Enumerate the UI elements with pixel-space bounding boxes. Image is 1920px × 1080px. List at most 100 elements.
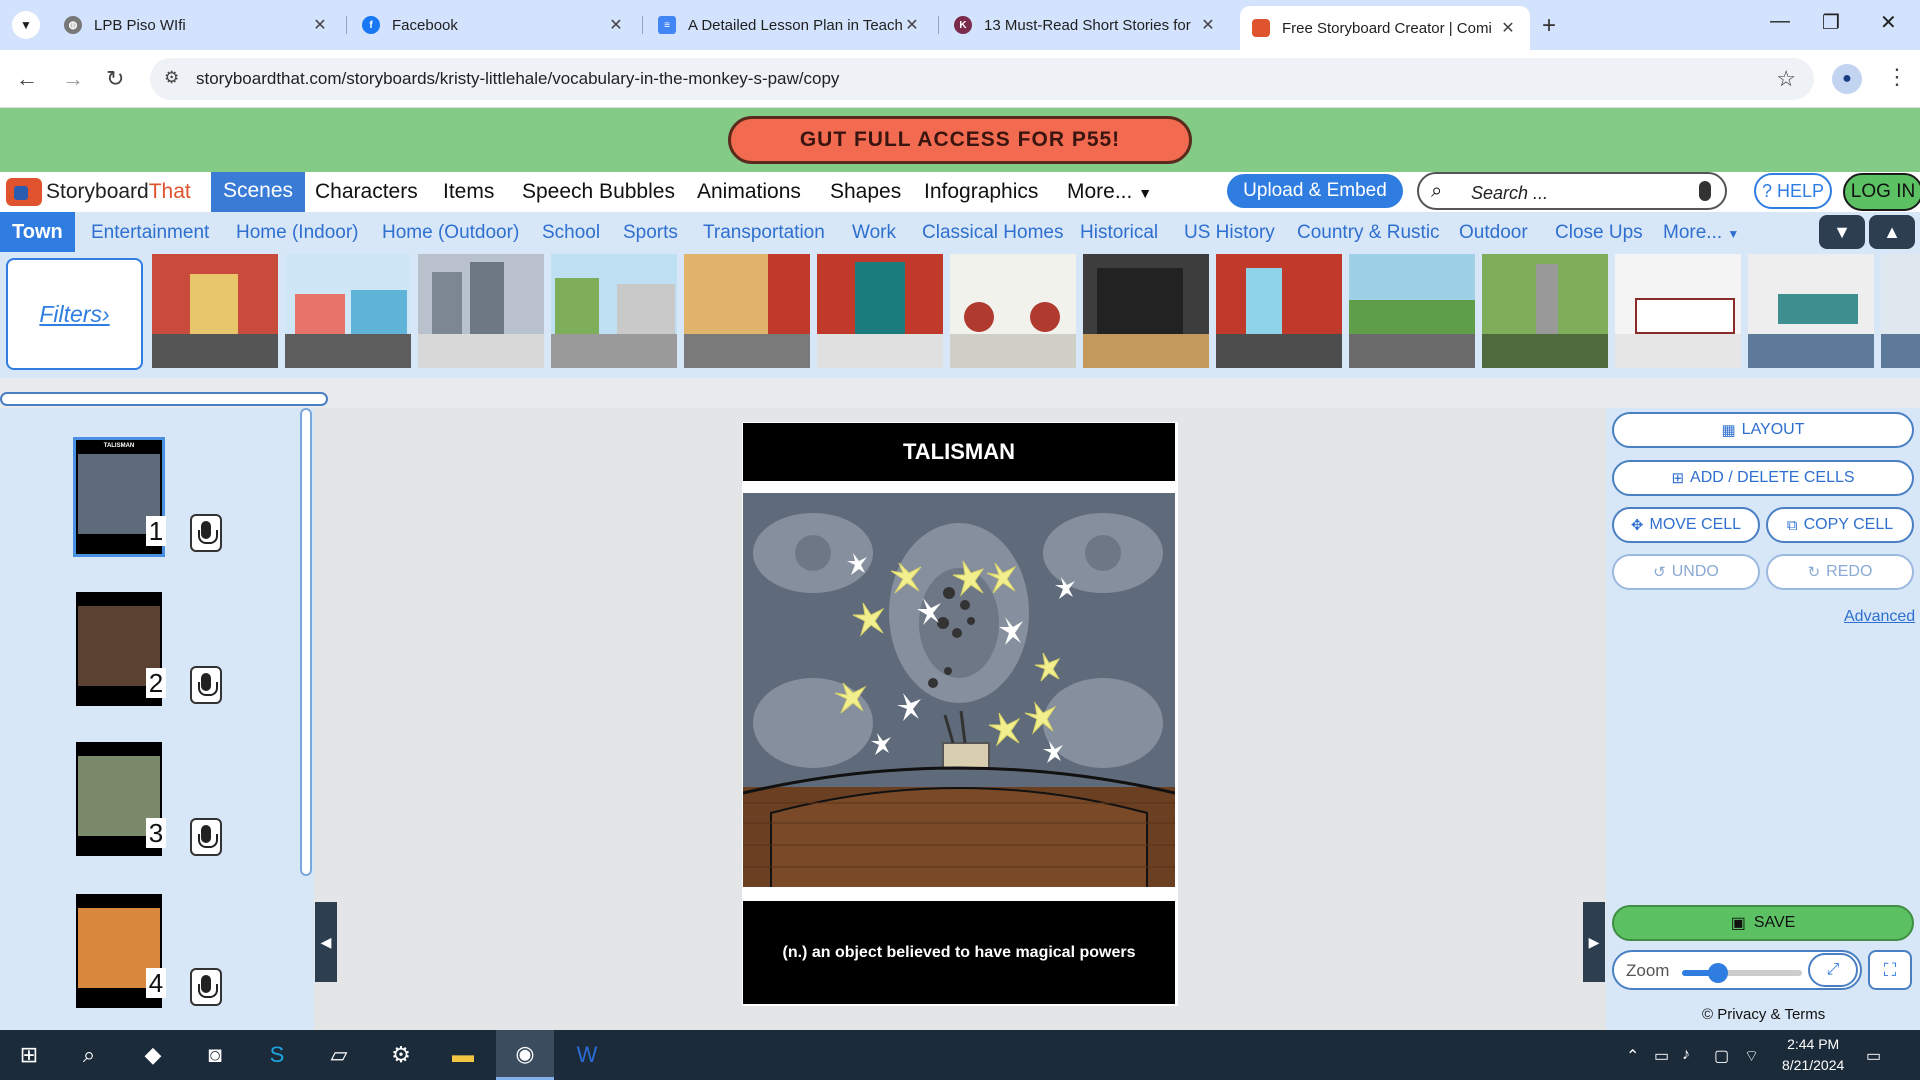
category-school[interactable]: School xyxy=(542,222,600,244)
close-tab-icon[interactable]: ✕ xyxy=(1498,18,1518,38)
nav-shapes[interactable]: Shapes xyxy=(830,180,901,204)
scroll-down-button[interactable]: ▼ xyxy=(1819,215,1865,249)
site-info-icon[interactable]: ⚙ xyxy=(164,68,179,88)
add-delete-cells-button[interactable]: ⊞ ADD / DELETE CELLS xyxy=(1612,460,1914,496)
record-audio-button[interactable] xyxy=(190,514,222,552)
category-close-ups[interactable]: Close Ups xyxy=(1555,222,1643,244)
nav-items[interactable]: Items xyxy=(443,180,494,204)
settings-gear-icon[interactable]: ⚙ xyxy=(384,1038,418,1072)
scene-thumbnail[interactable] xyxy=(684,254,810,368)
collapse-right-panel-button[interactable]: ▶ xyxy=(1583,902,1605,982)
meet-now-icon[interactable]: ▢ xyxy=(1714,1046,1729,1066)
forward-icon[interactable]: → xyxy=(62,66,84,92)
cell-scene-image[interactable] xyxy=(743,493,1175,887)
full-access-button[interactable]: GUT FULL ACCESS FOR P55! xyxy=(728,116,1192,164)
search-icon[interactable]: ⌕ xyxy=(72,1038,106,1072)
scene-thumbnail[interactable] xyxy=(1349,254,1475,368)
skype-icon[interactable]: S xyxy=(260,1038,294,1072)
layout-button[interactable]: ▦ LAYOUT xyxy=(1612,412,1914,448)
cell-title[interactable]: TALISMAN xyxy=(743,423,1175,481)
close-window-icon[interactable]: ✕ xyxy=(1880,10,1897,35)
wifi-icon[interactable]: ⌔ xyxy=(1744,1046,1759,1066)
tab-short-stories[interactable]: K 13 Must-Read Short Stories for ✕ xyxy=(942,8,1230,42)
scene-thumbnail[interactable] xyxy=(285,254,411,368)
category-outdoor[interactable]: Outdoor xyxy=(1459,222,1528,244)
battery-icon[interactable]: ▭ xyxy=(1654,1046,1669,1066)
undo-button[interactable]: ↺ UNDO xyxy=(1612,554,1760,590)
tab-facebook[interactable]: f Facebook ✕ xyxy=(350,8,638,42)
fullscreen-icon[interactable]: ⛶ xyxy=(1868,950,1912,990)
scene-thumbnail[interactable] xyxy=(950,254,1076,368)
scene-thumbnail[interactable] xyxy=(1083,254,1209,368)
scene-thumbnail[interactable] xyxy=(1482,254,1608,368)
notifications-icon[interactable]: ▭ xyxy=(1866,1046,1881,1066)
cell-list-scrollbar[interactable] xyxy=(300,408,312,876)
tab-storyboard-creator[interactable]: Free Storyboard Creator | Comi ✕ xyxy=(1240,6,1530,50)
category-more[interactable]: More... ▼ xyxy=(1663,222,1739,244)
close-tab-icon[interactable]: ✕ xyxy=(902,15,922,35)
tab-search-dropdown-icon[interactable]: ▼ xyxy=(12,11,40,39)
collapse-left-panel-button[interactable]: ◀ xyxy=(315,902,337,982)
scene-thumbnail[interactable] xyxy=(418,254,544,368)
scene-thumbnail[interactable] xyxy=(551,254,677,368)
minimize-icon[interactable]: — xyxy=(1770,10,1790,33)
upload-embed-button[interactable]: Upload & Embed xyxy=(1227,174,1403,208)
nav-more[interactable]: More... ▼ xyxy=(1067,180,1152,204)
nav-infographics[interactable]: Infographics xyxy=(924,180,1038,204)
scene-thumbnail[interactable] xyxy=(152,254,278,368)
voice-search-icon[interactable] xyxy=(1699,181,1711,201)
scene-thumbnail[interactable] xyxy=(1881,254,1920,368)
category-us-history[interactable]: US History xyxy=(1184,222,1275,244)
tray-chevron-icon[interactable]: ⌃ xyxy=(1626,1046,1639,1066)
nav-characters[interactable]: Characters xyxy=(315,180,418,204)
system-clock[interactable]: 2:44 PM 8/21/2024 xyxy=(1782,1034,1844,1076)
category-town[interactable]: Town xyxy=(0,212,75,252)
category-work[interactable]: Work xyxy=(852,222,896,244)
zoom-slider[interactable] xyxy=(1682,963,1802,983)
category-sports[interactable]: Sports xyxy=(623,222,678,244)
close-tab-icon[interactable]: ✕ xyxy=(606,15,626,35)
login-button[interactable]: LOG IN xyxy=(1843,173,1920,211)
restore-icon[interactable]: ❐ xyxy=(1822,10,1840,35)
category-classical-homes[interactable]: Classical Homes xyxy=(922,222,1063,244)
volume-icon[interactable]: ♪ xyxy=(1682,1046,1690,1064)
windows-start-icon[interactable]: ⊞ xyxy=(12,1038,46,1072)
horizontal-scrollbar[interactable] xyxy=(0,392,328,406)
fit-to-screen-icon[interactable]: ⤢ xyxy=(1808,953,1858,987)
category-historical[interactable]: Historical xyxy=(1080,222,1158,244)
scene-thumbnail[interactable] xyxy=(1216,254,1342,368)
record-audio-button[interactable] xyxy=(190,666,222,704)
move-cell-button[interactable]: ✥ MOVE CELL xyxy=(1612,507,1760,543)
tab-lpb-piso-wifi[interactable]: ◍ LPB Piso WIfi ✕ xyxy=(52,8,342,42)
scene-thumbnail[interactable] xyxy=(1748,254,1874,368)
back-icon[interactable]: ← xyxy=(16,66,38,92)
new-tab-icon[interactable]: + xyxy=(1542,12,1556,40)
redo-button[interactable]: ↻ REDO xyxy=(1766,554,1914,590)
cell-caption[interactable]: (n.) an object believed to have magical … xyxy=(743,901,1175,1004)
save-button[interactable]: ▣ SAVE xyxy=(1612,905,1914,941)
search-box[interactable]: ⌕ Search ... xyxy=(1417,172,1727,210)
category-home-outdoor[interactable]: Home (Outdoor) xyxy=(382,222,519,244)
address-bar[interactable]: ⚙ storyboardthat.com/storyboards/kristy-… xyxy=(150,58,1814,100)
tab-lesson-plan[interactable]: ≡ A Detailed Lesson Plan in Teach ✕ xyxy=(646,8,934,42)
url-text[interactable]: storyboardthat.com/storyboards/kristy-li… xyxy=(196,69,839,89)
nav-speech-bubbles[interactable]: Speech Bubbles xyxy=(522,180,675,204)
camera-icon[interactable]: ◙ xyxy=(198,1038,232,1072)
bookmark-star-icon[interactable]: ☆ xyxy=(1776,66,1796,92)
advanced-link[interactable]: Advanced xyxy=(1844,608,1915,626)
record-audio-button[interactable] xyxy=(190,968,222,1006)
scene-thumbnail[interactable] xyxy=(817,254,943,368)
privacy-terms-link[interactable]: © Privacy & Terms xyxy=(1702,1006,1825,1023)
category-country-rustic[interactable]: Country & Rustic xyxy=(1297,222,1440,244)
help-button[interactable]: ? HELP xyxy=(1754,173,1832,209)
scroll-up-button[interactable]: ▲ xyxy=(1869,215,1915,249)
category-entertainment[interactable]: Entertainment xyxy=(91,222,209,244)
copy-cell-button[interactable]: ⧉ COPY CELL xyxy=(1766,507,1914,543)
copilot-icon[interactable]: ◆ xyxy=(136,1038,170,1072)
chrome-icon[interactable]: ◉ xyxy=(496,1030,554,1080)
nav-animations[interactable]: Animations xyxy=(697,180,801,204)
category-home-indoor[interactable]: Home (Indoor) xyxy=(236,222,359,244)
word-icon[interactable]: W xyxy=(570,1038,604,1072)
search-input[interactable]: Search ... xyxy=(1471,183,1548,204)
scene-thumbnail[interactable] xyxy=(1615,254,1741,368)
